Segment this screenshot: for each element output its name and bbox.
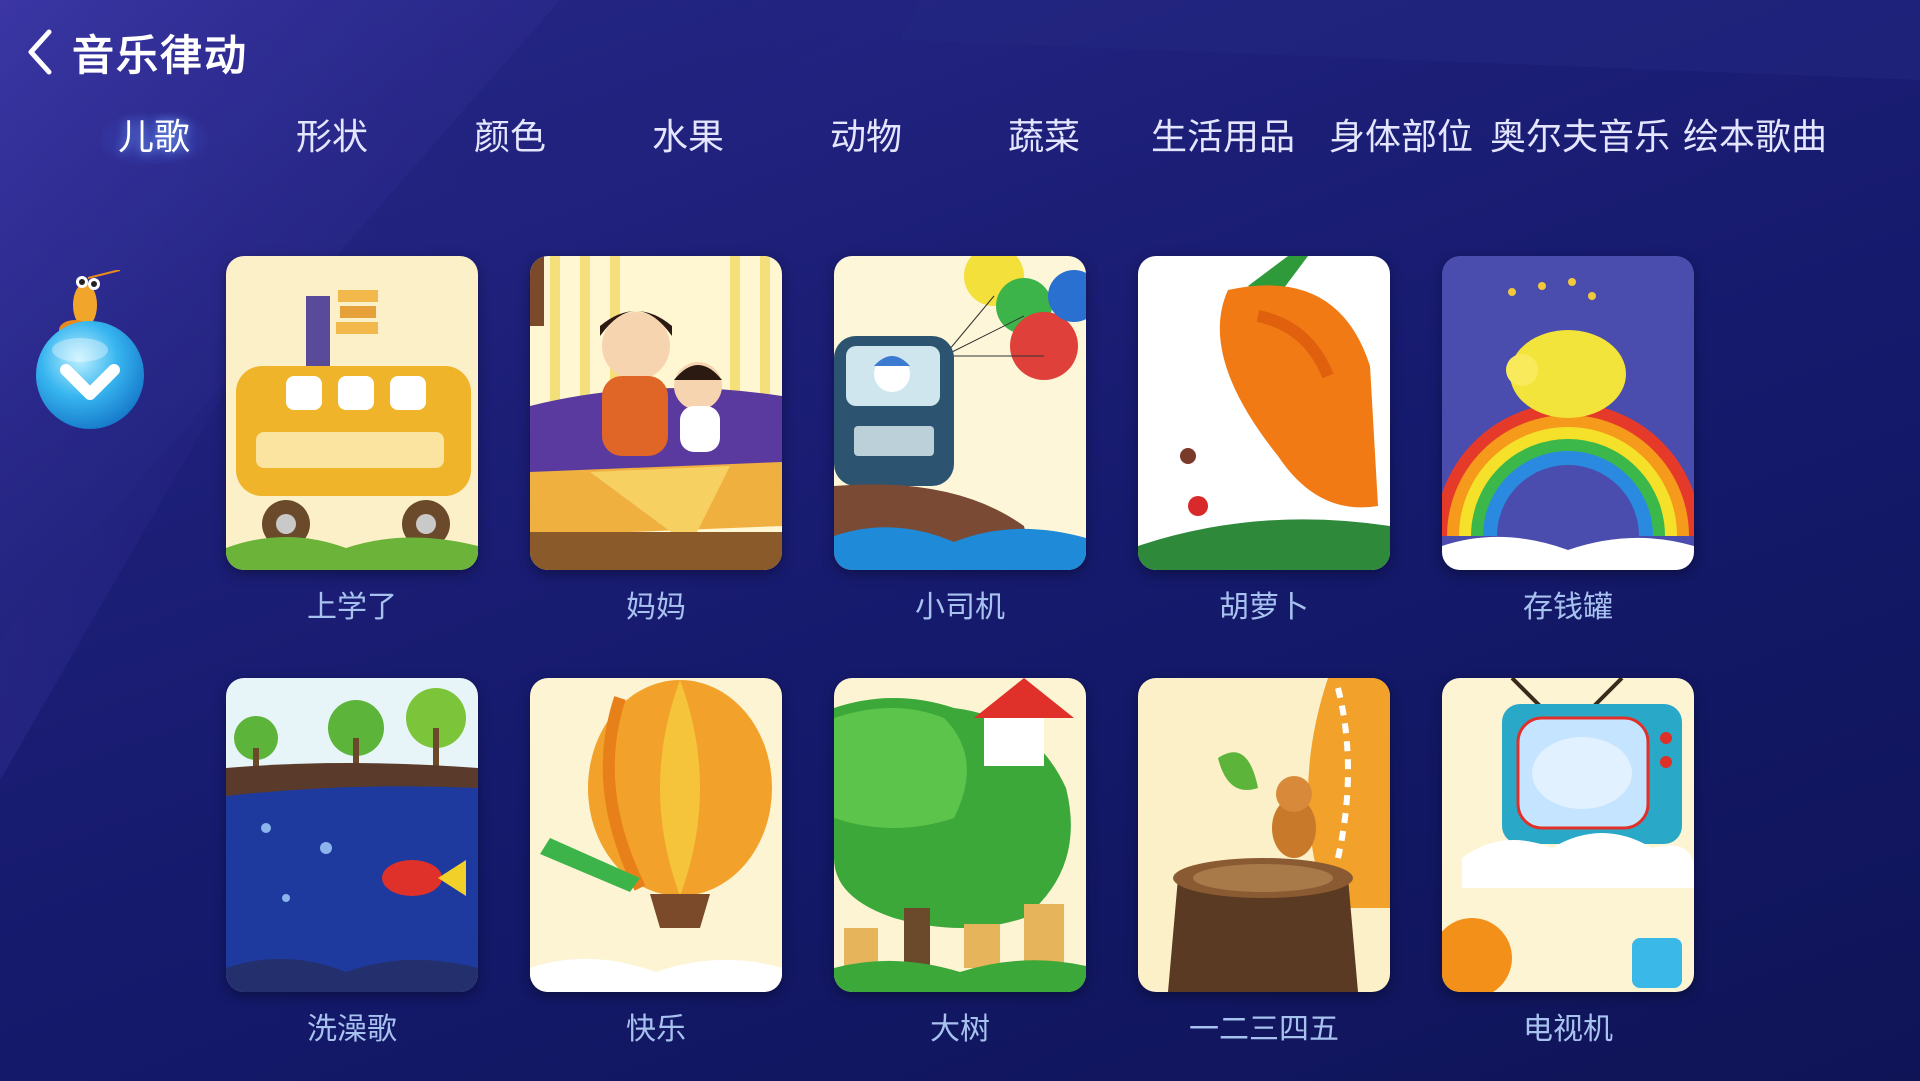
squirrel-icon: [1138, 678, 1390, 992]
song-thumbnail: [530, 678, 782, 992]
song-thumbnail: [1442, 678, 1694, 992]
song-title: 胡萝卜: [1219, 590, 1309, 625]
tab-body-parts[interactable]: 身体部位: [1326, 108, 1476, 168]
category-tabs: 儿歌 形状 颜色 水果 动物 蔬菜 生活用品 身体部位 奥尔夫音乐 绘本歌曲: [80, 108, 1840, 168]
song-thumbnail: [226, 678, 478, 992]
piggy-bank-icon: [1442, 256, 1694, 570]
song-title: 洗澡歌: [307, 1012, 397, 1047]
song-title: 电视机: [1523, 1012, 1613, 1047]
tab-vegetables[interactable]: 蔬菜: [998, 108, 1090, 168]
tab-shapes[interactable]: 形状: [286, 108, 378, 168]
song-thumbnail: [1138, 678, 1390, 992]
back-button[interactable]: [18, 24, 62, 80]
tab-nursery-rhymes[interactable]: 儿歌: [100, 108, 208, 168]
song-thumbnail: [834, 678, 1086, 992]
tv-icon: [1442, 678, 1694, 992]
fish-icon: [226, 678, 478, 992]
tree-icon: [834, 678, 1086, 992]
song-thumbnail: [530, 256, 782, 570]
mother-icon: [530, 256, 782, 570]
song-thumbnail: [1442, 256, 1694, 570]
chevron-down-icon: [36, 321, 144, 429]
song-card-huluobo[interactable]: 胡萝卜: [1138, 256, 1390, 628]
car-icon: [834, 256, 1086, 570]
song-thumbnail: [1138, 256, 1390, 570]
carrot-icon: [1138, 256, 1390, 570]
tab-picture-book-songs[interactable]: 绘本歌曲: [1680, 108, 1830, 168]
page-title: 音乐律动: [72, 30, 249, 80]
collapse-button[interactable]: [30, 270, 150, 440]
song-card-shangxuele[interactable]: 上学了: [226, 256, 478, 628]
song-card-dianshiji[interactable]: 电视机: [1442, 678, 1694, 1050]
song-title: 一二三四五: [1189, 1012, 1339, 1047]
song-title: 上学了: [307, 590, 397, 625]
tab-colors[interactable]: 颜色: [464, 108, 556, 168]
song-title: 快乐: [626, 1012, 686, 1047]
song-card-kuaile[interactable]: 快乐: [530, 678, 782, 1050]
song-title: 大树: [930, 1012, 990, 1047]
song-thumbnail: [226, 256, 478, 570]
song-card-xizaoge[interactable]: 洗澡歌: [226, 678, 478, 1050]
song-card-yiersansiwu[interactable]: 一二三四五: [1138, 678, 1390, 1050]
tab-daily-items[interactable]: 生活用品: [1148, 108, 1298, 168]
song-card-cunqianguan[interactable]: 存钱罐: [1442, 256, 1694, 628]
song-title: 小司机: [915, 590, 1005, 625]
song-title: 存钱罐: [1523, 590, 1613, 625]
song-card-mama[interactable]: 妈妈: [530, 256, 782, 628]
song-card-dashu[interactable]: 大树: [834, 678, 1086, 1050]
song-card-xiaosiji[interactable]: 小司机: [834, 256, 1086, 628]
balloon-icon: [530, 678, 782, 992]
header: 音乐律动: [18, 22, 248, 82]
song-title: 妈妈: [626, 590, 686, 625]
chevron-left-icon: [28, 29, 52, 75]
tab-orff-music[interactable]: 奥尔夫音乐: [1490, 108, 1670, 168]
tab-fruits[interactable]: 水果: [642, 108, 734, 168]
school-bus-icon: [226, 256, 478, 570]
song-thumbnail: [834, 256, 1086, 570]
tab-animals[interactable]: 动物: [820, 108, 912, 168]
